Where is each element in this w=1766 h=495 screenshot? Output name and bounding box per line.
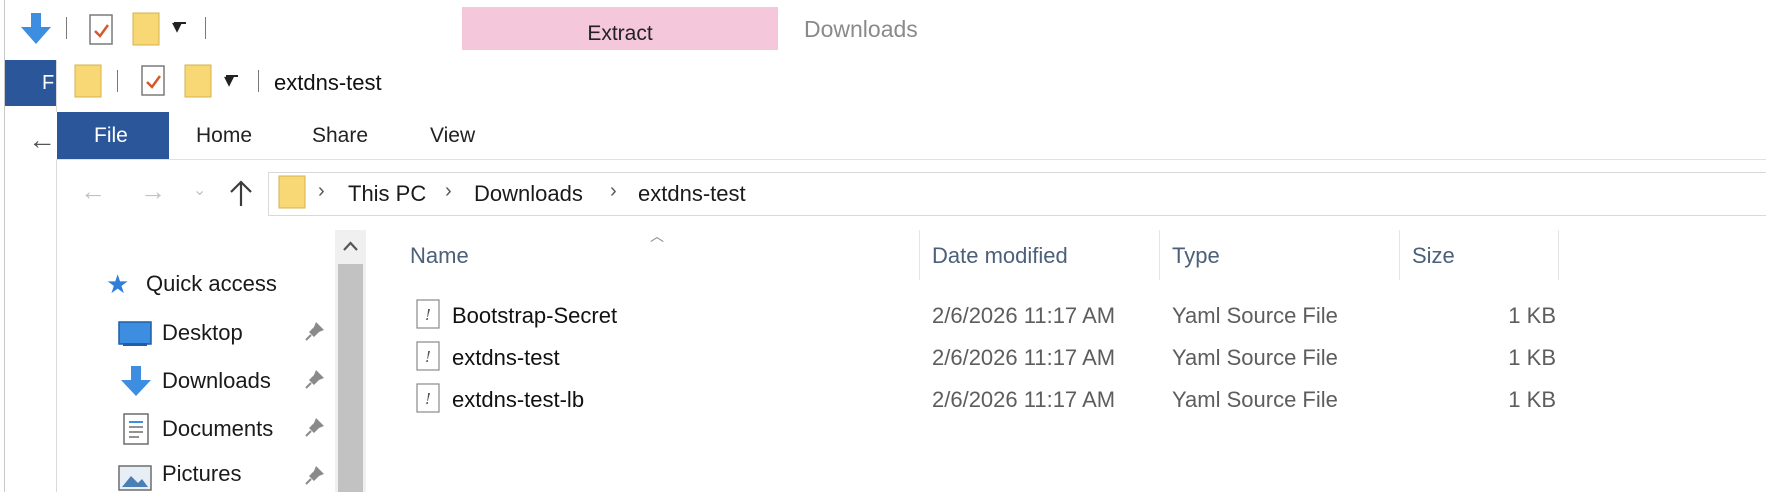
qat-customize-dropdown-icon[interactable]: ▾ (172, 14, 182, 39)
up-button[interactable] (228, 178, 254, 208)
back-file-tab[interactable]: F (4, 60, 56, 106)
nav-item-pictures[interactable]: Pictures (116, 455, 330, 495)
window-left-edge (0, 0, 5, 492)
yaml-file-icon: ! (416, 299, 440, 329)
tab-home-label: Home (196, 124, 253, 147)
file-name: extdns-test-lb (452, 387, 585, 412)
file-date: 2/6/2026 11:17 AM (932, 387, 1116, 412)
back-arrow-icon[interactable]: ← (28, 124, 56, 156)
pin-icon[interactable] (304, 416, 326, 438)
tab-view[interactable]: View (424, 112, 494, 159)
column-divider[interactable] (1558, 230, 1559, 280)
nav-item-label: Documents (162, 416, 274, 441)
nav-item-downloads[interactable]: Downloads (116, 361, 330, 401)
nav-quick-access-label: Quick access (146, 271, 277, 296)
scroll-up-button[interactable] (335, 230, 366, 264)
column-header-date-modified[interactable]: Date modified (932, 243, 1068, 269)
qat-separator (117, 70, 118, 92)
new-folder-icon[interactable] (74, 64, 102, 98)
scroll-thumb[interactable] (338, 264, 363, 492)
pin-icon[interactable] (304, 320, 326, 342)
folder-icon[interactable] (184, 64, 212, 98)
tab-file[interactable]: File (57, 112, 169, 159)
tab-home[interactable]: Home (190, 112, 280, 159)
file-date: 2/6/2026 11:17 AM (932, 303, 1116, 328)
file-size: 1 KB (1508, 303, 1556, 328)
properties-checkmark-icon[interactable] (88, 14, 114, 46)
download-arrow-icon[interactable] (18, 12, 54, 46)
star-icon: ★ (106, 269, 130, 299)
svg-text:!: ! (425, 348, 431, 366)
nav-item-desktop[interactable]: Desktop (116, 313, 330, 353)
back-button[interactable]: ← (80, 176, 106, 207)
tab-view-label: View (430, 124, 476, 147)
breadcrumb-extdns-test[interactable]: extdns-test (638, 181, 746, 207)
column-header-name[interactable]: Name (410, 243, 469, 269)
desktop-icon (118, 321, 152, 346)
new-folder-icon[interactable] (132, 12, 160, 46)
breadcrumb-chevron-icon[interactable]: › (610, 180, 617, 203)
file-name: Bootstrap-Secret (452, 303, 618, 328)
nav-item-documents[interactable]: Documents (116, 409, 330, 449)
column-header-type[interactable]: Type (1172, 243, 1220, 269)
qat-separator (258, 70, 259, 92)
file-size: 1 KB (1508, 387, 1556, 412)
window-title: extdns-test (274, 70, 382, 95)
sort-ascending-icon: ︿ (650, 228, 664, 244)
nav-item-label: Pictures (162, 461, 242, 486)
svg-text:!: ! (425, 306, 431, 324)
extract-context-tab[interactable]: Extract (462, 7, 778, 50)
tab-file-label: File (94, 124, 128, 147)
column-divider[interactable] (1399, 230, 1400, 280)
file-type: Yaml Source File (1172, 303, 1338, 328)
file-type: Yaml Source File (1172, 345, 1338, 370)
file-row[interactable]: ! Bootstrap-Secret 2/6/2026 11:17 AM Yam… (410, 295, 1556, 335)
tab-share[interactable]: Share (306, 112, 390, 159)
qat-customize-dropdown-icon[interactable]: ▾ (224, 68, 234, 93)
nav-item-label: Downloads (162, 368, 271, 393)
qat-dropdown-bar (226, 75, 238, 77)
folder-icon (278, 175, 306, 209)
pictures-icon (118, 465, 152, 491)
chevron-up-icon (343, 241, 358, 251)
column-divider[interactable] (919, 230, 920, 280)
breadcrumb-chevron-icon[interactable]: › (445, 180, 452, 203)
yaml-file-icon: ! (416, 383, 440, 413)
pin-icon[interactable] (304, 368, 326, 390)
back-file-tab-label: F (42, 72, 55, 94)
qat-separator (66, 17, 67, 39)
download-arrow-icon (121, 366, 151, 396)
tab-share-label: Share (312, 124, 369, 147)
qat-separator (205, 17, 206, 39)
file-name: extdns-test (452, 345, 560, 370)
recent-locations-chevron-icon[interactable]: ⌄ (193, 180, 206, 200)
breadcrumb-chevron-icon[interactable]: › (318, 180, 325, 203)
forward-button[interactable]: → (140, 176, 166, 207)
pin-icon[interactable] (304, 464, 326, 486)
breadcrumb-downloads[interactable]: Downloads (474, 181, 583, 207)
nav-quick-access[interactable]: ★ Quick access (100, 265, 330, 305)
column-header-size[interactable]: Size (1412, 243, 1455, 269)
file-date: 2/6/2026 11:17 AM (932, 345, 1116, 370)
breadcrumb-this-pc[interactable]: This PC (348, 181, 426, 207)
nav-item-label: Desktop (162, 320, 243, 345)
yaml-file-icon: ! (416, 341, 440, 371)
svg-text:!: ! (425, 390, 431, 408)
extract-tab-label: Extract (587, 22, 653, 45)
file-row[interactable]: ! extdns-test 2/6/2026 11:17 AM Yaml Sou… (410, 337, 1556, 377)
column-divider[interactable] (1159, 230, 1160, 280)
file-row[interactable]: ! extdns-test-lb 2/6/2026 11:17 AM Yaml … (410, 379, 1556, 419)
qat-dropdown-bar (174, 22, 186, 24)
documents-icon (123, 413, 149, 445)
file-size: 1 KB (1508, 345, 1556, 370)
file-type: Yaml Source File (1172, 387, 1338, 412)
properties-checkmark-icon[interactable] (140, 65, 166, 97)
back-window-title: Downloads (804, 16, 918, 42)
